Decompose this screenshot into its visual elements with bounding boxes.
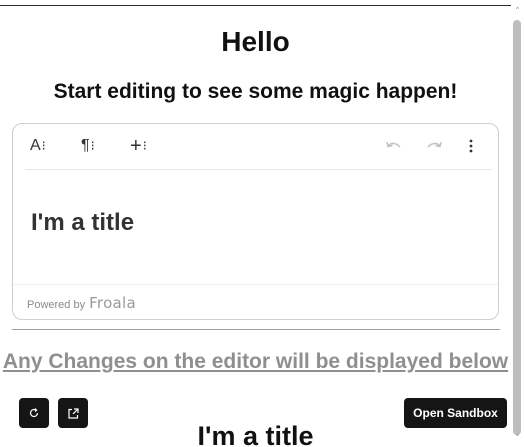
powered-by-label: Powered by [27, 299, 86, 311]
refresh-icon [29, 408, 39, 418]
page-content: Hello Start editing to see some magic ha… [0, 0, 511, 447]
refresh-button[interactable] [19, 398, 49, 428]
dropdown-dots-icon: ⁝ [142, 138, 147, 153]
dropdown-dots-icon: ⁝ [41, 138, 46, 153]
powered-by: Powered by Froala [27, 294, 136, 312]
insert-button[interactable]: + ⁝ [130, 134, 147, 157]
plus-icon: + [130, 134, 142, 157]
more-vertical-icon [469, 139, 473, 153]
page-subtitle: Start editing to see some magic happen! [53, 80, 458, 103]
rich-text-editor[interactable]: A ⁝ ¶ ⁝ + ⁝ I'm a title Powered by Froal… [12, 123, 499, 320]
preview-heading: Any Changes on the editor will be displa… [2, 350, 509, 373]
toolbar-divider [25, 169, 492, 170]
froala-logo[interactable]: Froala [89, 294, 136, 312]
editor-footer-divider [13, 284, 498, 285]
undo-button[interactable] [385, 135, 403, 157]
more-options-button[interactable] [468, 135, 474, 157]
scroll-down-arrow-icon[interactable]: ˅ [513, 435, 522, 444]
section-divider [12, 329, 500, 330]
editor-content-title[interactable]: I'm a title [31, 208, 134, 238]
paragraph-icon: ¶ [81, 137, 90, 154]
redo-button[interactable] [425, 135, 443, 157]
dropdown-dots-icon: ⁝ [90, 138, 95, 153]
open-new-window-button[interactable] [58, 398, 88, 428]
paragraph-format-button[interactable]: ¶ ⁝ [81, 135, 95, 157]
scrollbar-thumb[interactable] [513, 20, 521, 435]
open-sandbox-button[interactable]: Open Sandbox [404, 398, 507, 428]
redo-icon [427, 141, 442, 148]
editor-toolbar: A ⁝ ¶ ⁝ + ⁝ [13, 124, 498, 170]
external-link-icon [67, 407, 79, 419]
scroll-up-arrow-icon[interactable]: ˄ [513, 8, 522, 17]
vertical-scrollbar[interactable]: ˄ ˅ [511, 0, 524, 447]
text-size-icon: A [30, 137, 41, 154]
text-size-button[interactable]: A ⁝ [30, 135, 46, 157]
undo-icon [386, 141, 401, 148]
page-title: Hello [221, 26, 290, 57]
